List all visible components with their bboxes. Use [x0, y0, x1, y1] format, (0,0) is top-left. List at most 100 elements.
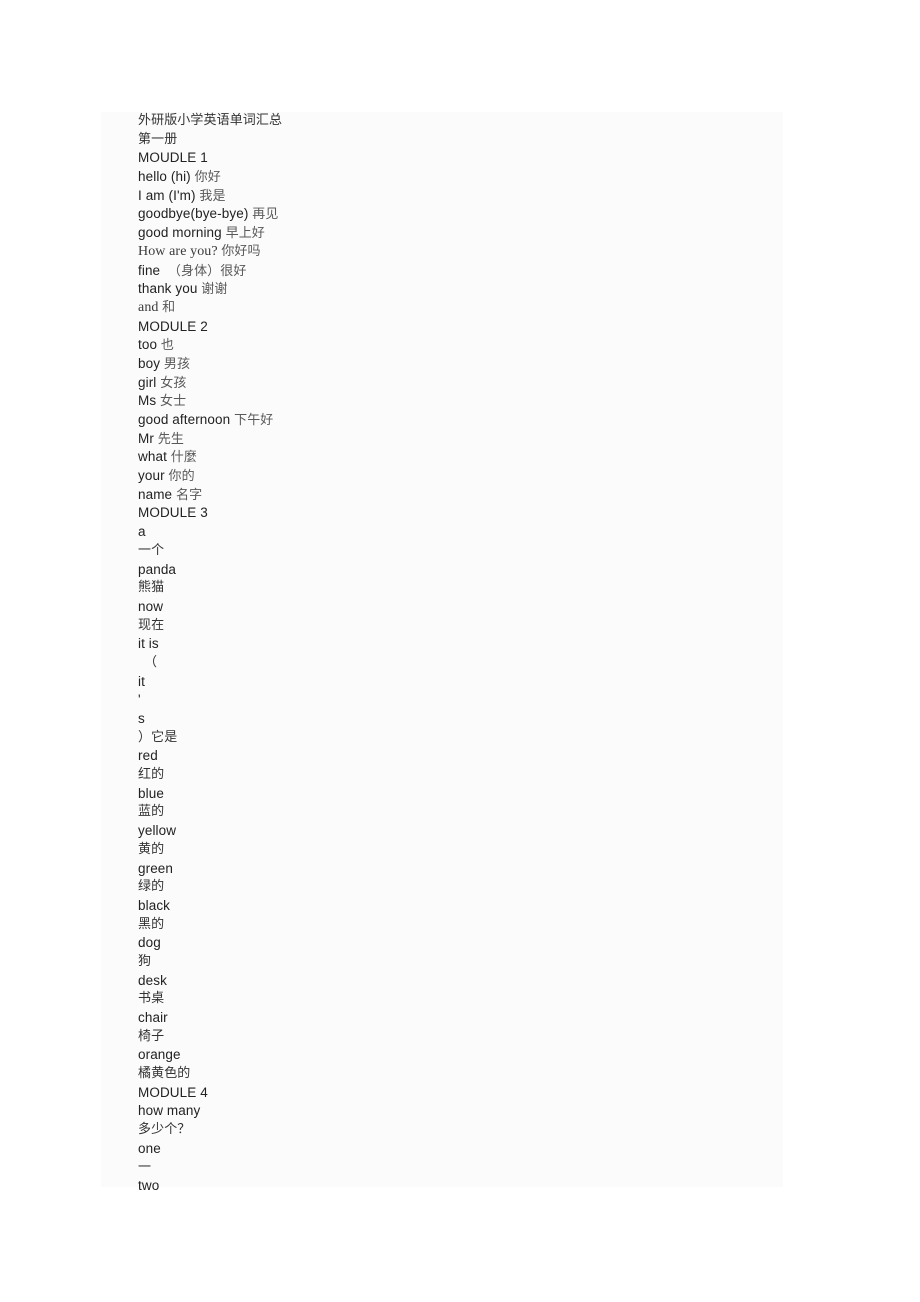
document-line: Mr 先生: [138, 430, 783, 449]
line-latin-text: too: [138, 337, 161, 353]
document-line: 橘黄色的: [138, 1065, 783, 1084]
line-cjk-gloss: 书桌: [138, 991, 165, 1007]
line-cjk-gloss: 一: [138, 1159, 152, 1175]
line-cjk-gloss: 红的: [138, 767, 165, 783]
document-line: 绿的: [138, 878, 783, 897]
line-latin-text: and: [138, 299, 163, 315]
line-latin-text: MODULE 4: [138, 1084, 208, 1100]
document-line: Ms 女士: [138, 392, 783, 411]
document-line: 熊猫: [138, 579, 783, 598]
line-cjk-gloss: 我是: [199, 188, 226, 204]
document-line: dog: [138, 934, 783, 953]
document-line: name 名字: [138, 486, 783, 505]
line-latin-text: red: [138, 748, 158, 764]
document-line: green: [138, 860, 783, 879]
line-cjk-gloss: （: [144, 654, 158, 670]
document-line: one: [138, 1140, 783, 1159]
line-latin-text: s: [138, 711, 145, 726]
line-latin-text: hello (hi): [138, 169, 195, 185]
line-cjk-gloss: 和: [162, 299, 176, 315]
document-line: blue: [138, 785, 783, 804]
line-latin-text: good morning: [138, 225, 226, 241]
line-latin-text: How are you?: [138, 243, 222, 259]
document-line: （: [138, 654, 783, 673]
document-line: and 和: [138, 299, 783, 318]
line-cjk-gloss: 黑的: [138, 916, 165, 932]
document-line: I am (I'm) 我是: [138, 187, 783, 206]
line-latin-text: name: [138, 486, 177, 502]
line-latin-text: blue: [138, 785, 164, 801]
line-latin-text: green: [138, 860, 174, 876]
line-latin-text: Ms: [138, 393, 161, 409]
line-latin-text: desk: [138, 972, 167, 988]
line-latin-text: yellow: [138, 823, 177, 839]
line-latin-text: Mr: [138, 430, 158, 446]
document-line: yellow: [138, 822, 783, 841]
document-line: s: [138, 710, 783, 729]
document-line: ': [138, 691, 783, 710]
document-line: 书桌: [138, 990, 783, 1009]
document-line: it: [138, 673, 783, 692]
line-latin-text: ': [138, 692, 141, 708]
line-latin-text: boy: [138, 355, 164, 371]
line-cjk-gloss: 也: [160, 338, 175, 354]
document-line: 狗: [138, 953, 783, 972]
document-line: 多少个？: [138, 1121, 783, 1140]
line-latin-text: it is: [138, 636, 159, 652]
document-line: your 你的: [138, 467, 783, 486]
document-line: girl 女孩: [138, 374, 783, 393]
line-latin-text: one: [138, 1140, 161, 1156]
line-cjk-gloss: 椅子: [138, 1028, 165, 1044]
line-latin-text: a: [138, 524, 146, 540]
document-line: goodbye(bye-bye) 再见: [138, 205, 783, 224]
line-latin-text: how many: [138, 1103, 201, 1119]
document-line: hello (hi) 你好: [138, 168, 783, 187]
line-latin-text: fine: [138, 262, 168, 278]
document-line: panda: [138, 561, 783, 580]
line-cjk-gloss: 男孩: [163, 356, 191, 372]
line-latin-text: goodbye(bye-bye): [138, 206, 253, 222]
document-line: 第一册: [138, 131, 783, 150]
document-line: now: [138, 598, 783, 617]
line-latin-text: MODULE 3: [138, 505, 208, 521]
line-cjk-gloss: 现在: [138, 617, 165, 633]
line-latin-text: your: [138, 468, 169, 484]
document-line: chair: [138, 1009, 783, 1028]
line-cjk-gloss: 熊猫: [138, 580, 165, 596]
document-line: MODULE 4: [138, 1084, 783, 1103]
document-line: thank you 谢谢: [138, 280, 783, 299]
line-cjk-gloss: 你好吗: [221, 243, 261, 259]
document-line: desk: [138, 972, 783, 991]
line-cjk-gloss: 绿的: [138, 879, 165, 895]
document-line: fine （身体）很好: [138, 262, 783, 281]
line-cjk-gloss: 名字: [176, 487, 203, 503]
document-line: good afternoon 下午好: [138, 411, 783, 430]
line-latin-text: now: [138, 598, 164, 614]
document-line: 红的: [138, 766, 783, 785]
document-line: two: [138, 1177, 783, 1196]
line-latin-text: I am (I'm): [138, 187, 200, 203]
document-line: how many: [138, 1102, 783, 1121]
line-latin-text: orange: [138, 1047, 181, 1063]
line-cjk-gloss: 女士: [160, 394, 187, 410]
line-cjk-gloss: 多少个？: [138, 1122, 191, 1138]
document-line: it is: [138, 635, 783, 654]
line-cjk-gloss: 你的: [168, 469, 195, 485]
line-cjk-gloss: 狗: [138, 953, 152, 969]
line-latin-text: MODULE 2: [138, 318, 208, 334]
document-line: too 也: [138, 336, 783, 355]
document-line: good morning 早上好: [138, 224, 783, 243]
line-latin-text: two: [138, 1178, 160, 1194]
line-cjk-gloss: 先生: [157, 431, 184, 447]
line-latin-text: MOUDLE 1: [138, 150, 208, 166]
line-latin-text: it: [138, 673, 145, 689]
line-latin-text: thank you: [138, 281, 202, 297]
document-line: a: [138, 523, 783, 542]
document-line: 一个: [138, 542, 783, 561]
document-line: 椅子: [138, 1028, 783, 1047]
line-cjk-gloss: ）它是: [138, 729, 178, 745]
document-line: 黄的: [138, 841, 783, 860]
line-cjk-gloss: 外研版小学英语单词汇总: [138, 113, 283, 128]
document-line: MODULE 3: [138, 504, 783, 523]
line-cjk-gloss: 什麼: [170, 450, 197, 466]
